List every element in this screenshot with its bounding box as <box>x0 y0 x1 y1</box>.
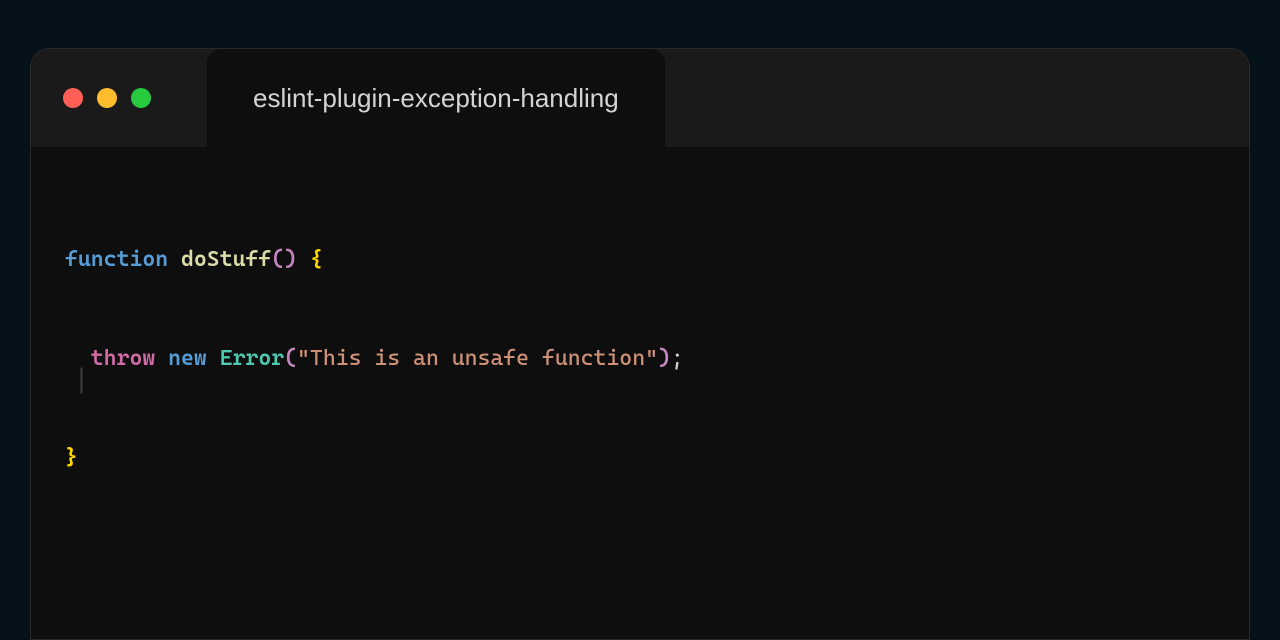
close-icon[interactable] <box>63 88 83 108</box>
titlebar: eslint-plugin-exception-handling <box>31 49 1249 147</box>
code-line: } <box>61 441 1249 474</box>
traffic-lights <box>31 88 151 108</box>
tab-active[interactable]: eslint-plugin-exception-handling <box>207 49 665 147</box>
minimize-icon[interactable] <box>97 88 117 108</box>
tab-title: eslint-plugin-exception-handling <box>253 83 619 114</box>
code-line: throw new Error("This is an unsafe funct… <box>61 342 1249 375</box>
code-editor[interactable]: function doStuff() { throw new Error("Th… <box>31 147 1249 640</box>
maximize-icon[interactable] <box>131 88 151 108</box>
code-line: function doStuff() { <box>61 243 1249 276</box>
code-line <box>61 540 1249 573</box>
editor-window: eslint-plugin-exception-handling functio… <box>30 48 1250 640</box>
